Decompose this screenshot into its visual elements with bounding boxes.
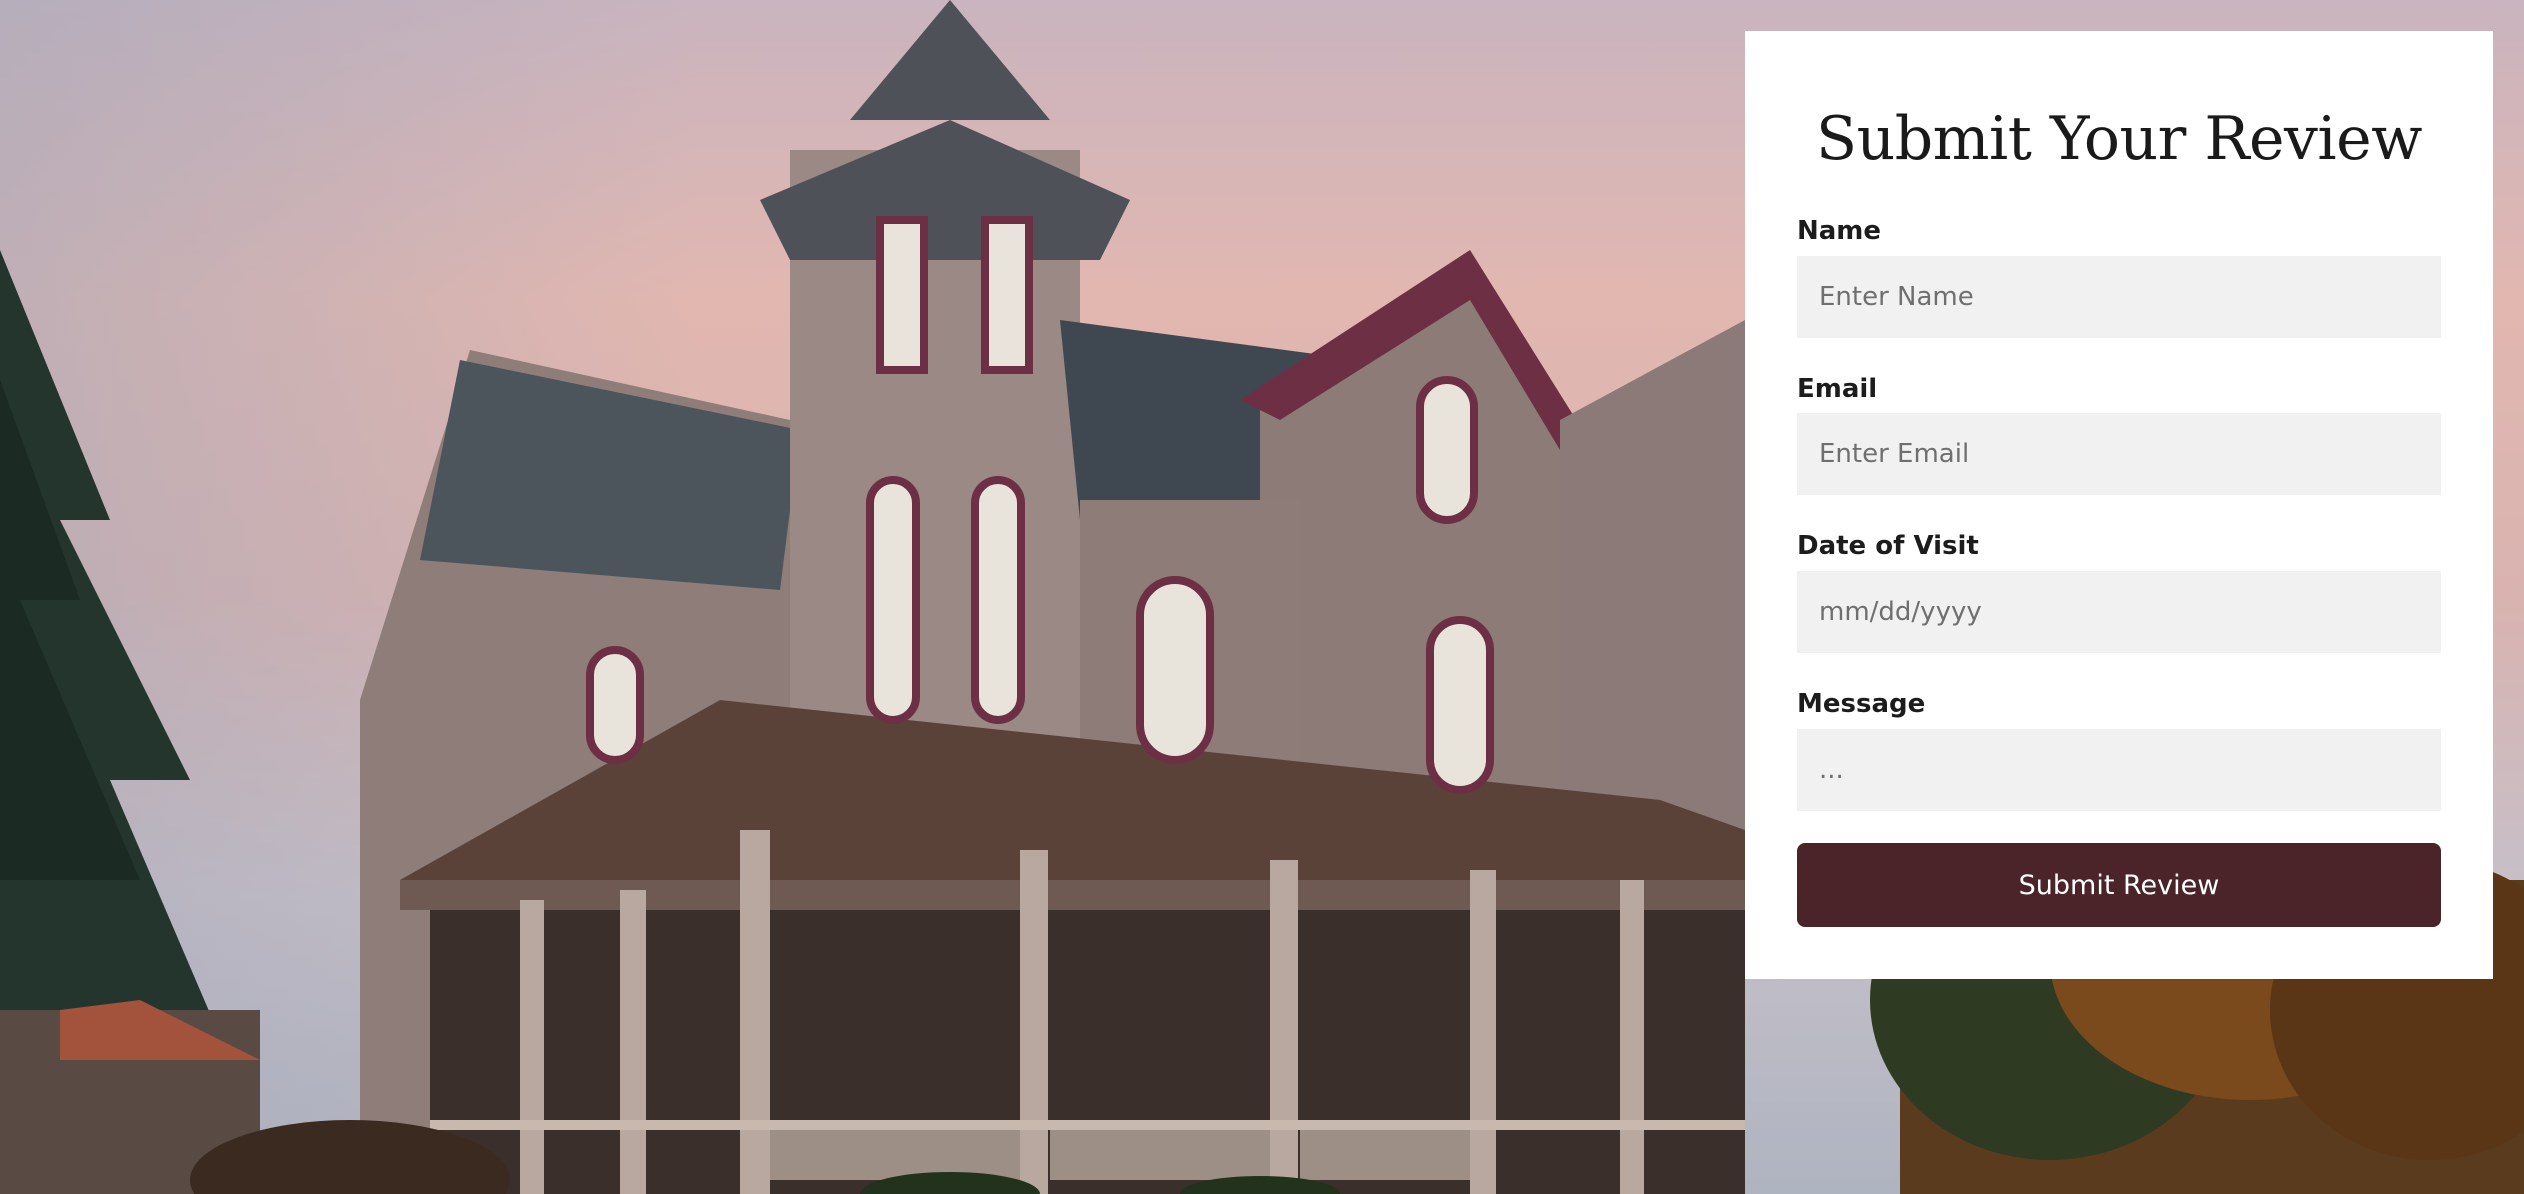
name-input[interactable] <box>1797 256 2441 338</box>
name-label: Name <box>1797 216 1882 246</box>
review-form-card: Submit Your Review Name Email Date of Vi… <box>1745 31 2493 979</box>
date-of-visit-input[interactable] <box>1797 571 2441 653</box>
message-input[interactable] <box>1797 729 2441 811</box>
email-label: Email <box>1797 374 1878 404</box>
message-label: Message <box>1797 689 1926 719</box>
submit-review-button[interactable]: Submit Review <box>1797 843 2441 927</box>
date-of-visit-label: Date of Visit <box>1797 531 1979 561</box>
email-input[interactable] <box>1797 413 2441 495</box>
form-title: Submit Your Review <box>1816 104 2422 174</box>
